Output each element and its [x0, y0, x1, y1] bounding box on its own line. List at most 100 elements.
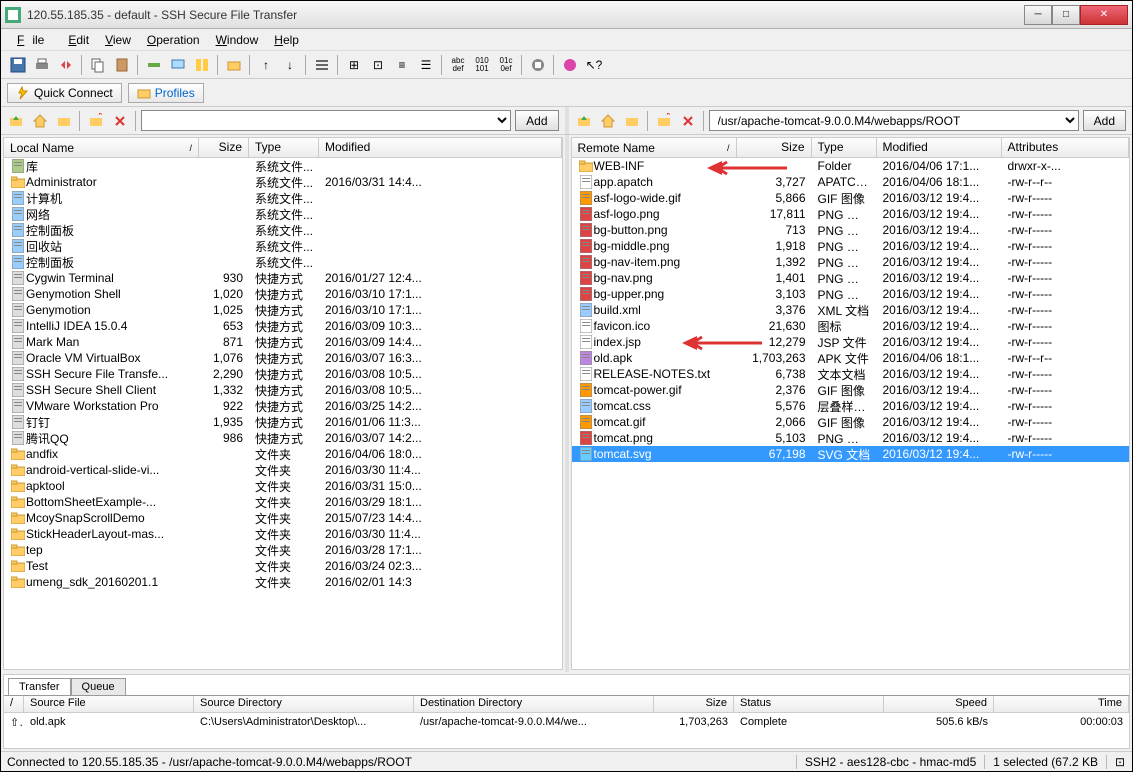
transfer-col-size[interactable]: Size	[654, 696, 734, 712]
menu-view[interactable]: View	[97, 31, 139, 49]
transfer-col-src[interactable]: Source File	[24, 696, 194, 712]
auto-icon[interactable]: 01c0ef	[495, 54, 517, 76]
local-file-row[interactable]: Mark Man871快捷方式2016/03/09 14:4...	[4, 334, 562, 350]
local-col-modified[interactable]: Modified	[319, 138, 562, 157]
tab-transfer[interactable]: Transfer	[8, 678, 71, 695]
remote-file-row[interactable]: RELEASE-NOTES.txt6,738文本文档2016/03/12 19:…	[572, 366, 1130, 382]
transfer-col-status[interactable]: Status	[734, 696, 884, 712]
local-up-icon[interactable]	[5, 110, 27, 132]
remote-col-attributes[interactable]: Attributes	[1002, 138, 1130, 157]
local-file-row[interactable]: StickHeaderLayout-mas...文件夹2016/03/30 11…	[4, 526, 562, 542]
local-file-row[interactable]: apktool文件夹2016/03/31 15:0...	[4, 478, 562, 494]
transfer-col-time[interactable]: Time	[994, 696, 1129, 712]
menu-help[interactable]: Help	[266, 31, 307, 49]
down-icon[interactable]: ↓	[279, 54, 301, 76]
remote-col-name[interactable]: Remote Name/	[572, 138, 737, 157]
list-icon[interactable]: ≡	[391, 54, 413, 76]
local-file-row[interactable]: andfix文件夹2016/04/06 18:0...	[4, 446, 562, 462]
local-file-row[interactable]: Administrator系统文件...2016/03/31 14:4...	[4, 174, 562, 190]
remote-file-row[interactable]: bg-upper.png3,103PNG 图像2016/03/12 19:4..…	[572, 286, 1130, 302]
remote-file-list[interactable]: WEB-INFFolder2016/04/06 17:1...drwxr-x-.…	[572, 158, 1130, 669]
local-file-list[interactable]: 库系统文件...Administrator系统文件...2016/03/31 1…	[4, 158, 562, 669]
panel-splitter[interactable]	[565, 135, 569, 672]
local-file-row[interactable]: Genymotion1,025快捷方式2016/03/10 17:1...	[4, 302, 562, 318]
context-help-icon[interactable]: ↖?	[583, 54, 605, 76]
remote-file-row[interactable]: app.apatch3,727APATCH...2016/04/06 18:1.…	[572, 174, 1130, 190]
minimize-button[interactable]: ─	[1024, 5, 1052, 25]
maximize-button[interactable]: □	[1052, 5, 1080, 25]
local-file-row[interactable]: SSH Secure Shell Client1,332快捷方式2016/03/…	[4, 382, 562, 398]
remote-col-size[interactable]: Size	[737, 138, 812, 157]
local-path-input[interactable]	[141, 110, 511, 131]
local-delete-icon[interactable]	[109, 110, 131, 132]
local-file-row[interactable]: tep文件夹2016/03/28 17:1...	[4, 542, 562, 558]
remote-file-row[interactable]: bg-button.png713PNG 图像2016/03/12 19:4...…	[572, 222, 1130, 238]
details-icon[interactable]: ☰	[415, 54, 437, 76]
local-file-row[interactable]: umeng_sdk_20160201.1文件夹2016/02/01 14:3	[4, 574, 562, 590]
local-file-row[interactable]: SSH Secure File Transfe...2,290快捷方式2016/…	[4, 366, 562, 382]
profiles-button[interactable]: Profiles	[128, 83, 204, 103]
local-file-row[interactable]: 网络系统文件...	[4, 206, 562, 222]
transfer-col-speed[interactable]: Speed	[884, 696, 994, 712]
close-button[interactable]: ✕	[1080, 5, 1128, 25]
remote-up-icon[interactable]	[573, 110, 595, 132]
local-file-row[interactable]: Cygwin Terminal930快捷方式2016/01/27 12:4...	[4, 270, 562, 286]
local-file-row[interactable]: McoySnapScrollDemo文件夹2015/07/23 14:4...	[4, 510, 562, 526]
local-file-row[interactable]: 腾讯QQ986快捷方式2016/03/07 14:2...	[4, 430, 562, 446]
remote-col-type[interactable]: Type	[812, 138, 877, 157]
local-col-size[interactable]: Size	[199, 138, 249, 157]
remote-file-row[interactable]: tomcat-power.gif2,376GIF 图像2016/03/12 19…	[572, 382, 1130, 398]
local-file-row[interactable]: 控制面板系统文件...	[4, 254, 562, 270]
remote-file-row[interactable]: tomcat.css5,576层叠样式...2016/03/12 19:4...…	[572, 398, 1130, 414]
copy-icon[interactable]	[87, 54, 109, 76]
remote-file-row[interactable]: tomcat.svg67,198SVG 文档2016/03/12 19:4...…	[572, 446, 1130, 462]
quick-connect-button[interactable]: Quick Connect	[7, 83, 122, 103]
local-file-row[interactable]: 计算机系统文件...	[4, 190, 562, 206]
local-file-row[interactable]: Oracle VM VirtualBox1,076快捷方式2016/03/07 …	[4, 350, 562, 366]
menu-window[interactable]: Window	[208, 31, 267, 49]
ascii-icon[interactable]: abcdef	[447, 54, 469, 76]
local-file-row[interactable]: 库系统文件...	[4, 158, 562, 174]
save-icon[interactable]	[7, 54, 29, 76]
local-file-row[interactable]: Test文件夹2016/03/24 02:3...	[4, 558, 562, 574]
remote-file-row[interactable]: asf-logo-wide.gif5,866GIF 图像2016/03/12 1…	[572, 190, 1130, 206]
remote-refresh-icon[interactable]	[621, 110, 643, 132]
menu-operation[interactable]: Operation	[139, 31, 208, 49]
remote-file-row[interactable]: bg-middle.png1,918PNG 图像2016/03/12 19:4.…	[572, 238, 1130, 254]
local-file-row[interactable]: VMware Workstation Pro922快捷方式2016/03/25 …	[4, 398, 562, 414]
remote-file-row[interactable]: old.apk1,703,263APK 文件2016/04/06 18:1...…	[572, 350, 1130, 366]
print-icon[interactable]	[31, 54, 53, 76]
up-icon[interactable]: ↑	[255, 54, 277, 76]
computer-icon[interactable]	[167, 54, 189, 76]
local-newfolder-icon[interactable]: *	[85, 110, 107, 132]
connect-icon[interactable]	[143, 54, 165, 76]
stop-icon[interactable]	[527, 54, 549, 76]
local-home-icon[interactable]	[29, 110, 51, 132]
help-icon[interactable]	[559, 54, 581, 76]
paste-icon[interactable]	[111, 54, 133, 76]
tab-queue[interactable]: Queue	[71, 678, 126, 695]
transfer-icon[interactable]	[191, 54, 213, 76]
local-file-row[interactable]: BottomSheetExample-...文件夹2016/03/29 18:1…	[4, 494, 562, 510]
detail-view-icon[interactable]	[311, 54, 333, 76]
local-col-name[interactable]: Local Name/	[4, 138, 199, 157]
remote-file-row[interactable]: favicon.ico21,630图标2016/03/12 19:4...-rw…	[572, 318, 1130, 334]
remote-newfolder-icon[interactable]: *	[653, 110, 675, 132]
remote-file-row[interactable]: bg-nav.png1,401PNG 图像2016/03/12 19:4...-…	[572, 270, 1130, 286]
remote-file-row[interactable]: bg-nav-item.png1,392PNG 图像2016/03/12 19:…	[572, 254, 1130, 270]
remote-col-modified[interactable]: Modified	[877, 138, 1002, 157]
transfer-col-srcdir[interactable]: Source Directory	[194, 696, 414, 712]
remote-file-row[interactable]: WEB-INFFolder2016/04/06 17:1...drwxr-x-.…	[572, 158, 1130, 174]
local-file-row[interactable]: android-vertical-slide-vi...文件夹2016/03/3…	[4, 462, 562, 478]
transfer-col-dir[interactable]: /	[4, 696, 24, 712]
binary-icon[interactable]: 010101	[471, 54, 493, 76]
transfer-col-dstdir[interactable]: Destination Directory	[414, 696, 654, 712]
local-file-row[interactable]: 钉钉1,935快捷方式2016/01/06 11:3...	[4, 414, 562, 430]
menu-file[interactable]: File	[9, 31, 60, 49]
local-file-row[interactable]: 回收站系统文件...	[4, 238, 562, 254]
menu-edit[interactable]: Edit	[60, 31, 97, 49]
remote-file-row[interactable]: index.jsp12,279JSP 文件2016/03/12 19:4...-…	[572, 334, 1130, 350]
local-col-type[interactable]: Type	[249, 138, 319, 157]
remote-add-button[interactable]: Add	[1083, 110, 1126, 131]
local-file-row[interactable]: Genymotion Shell1,020快捷方式2016/03/10 17:1…	[4, 286, 562, 302]
